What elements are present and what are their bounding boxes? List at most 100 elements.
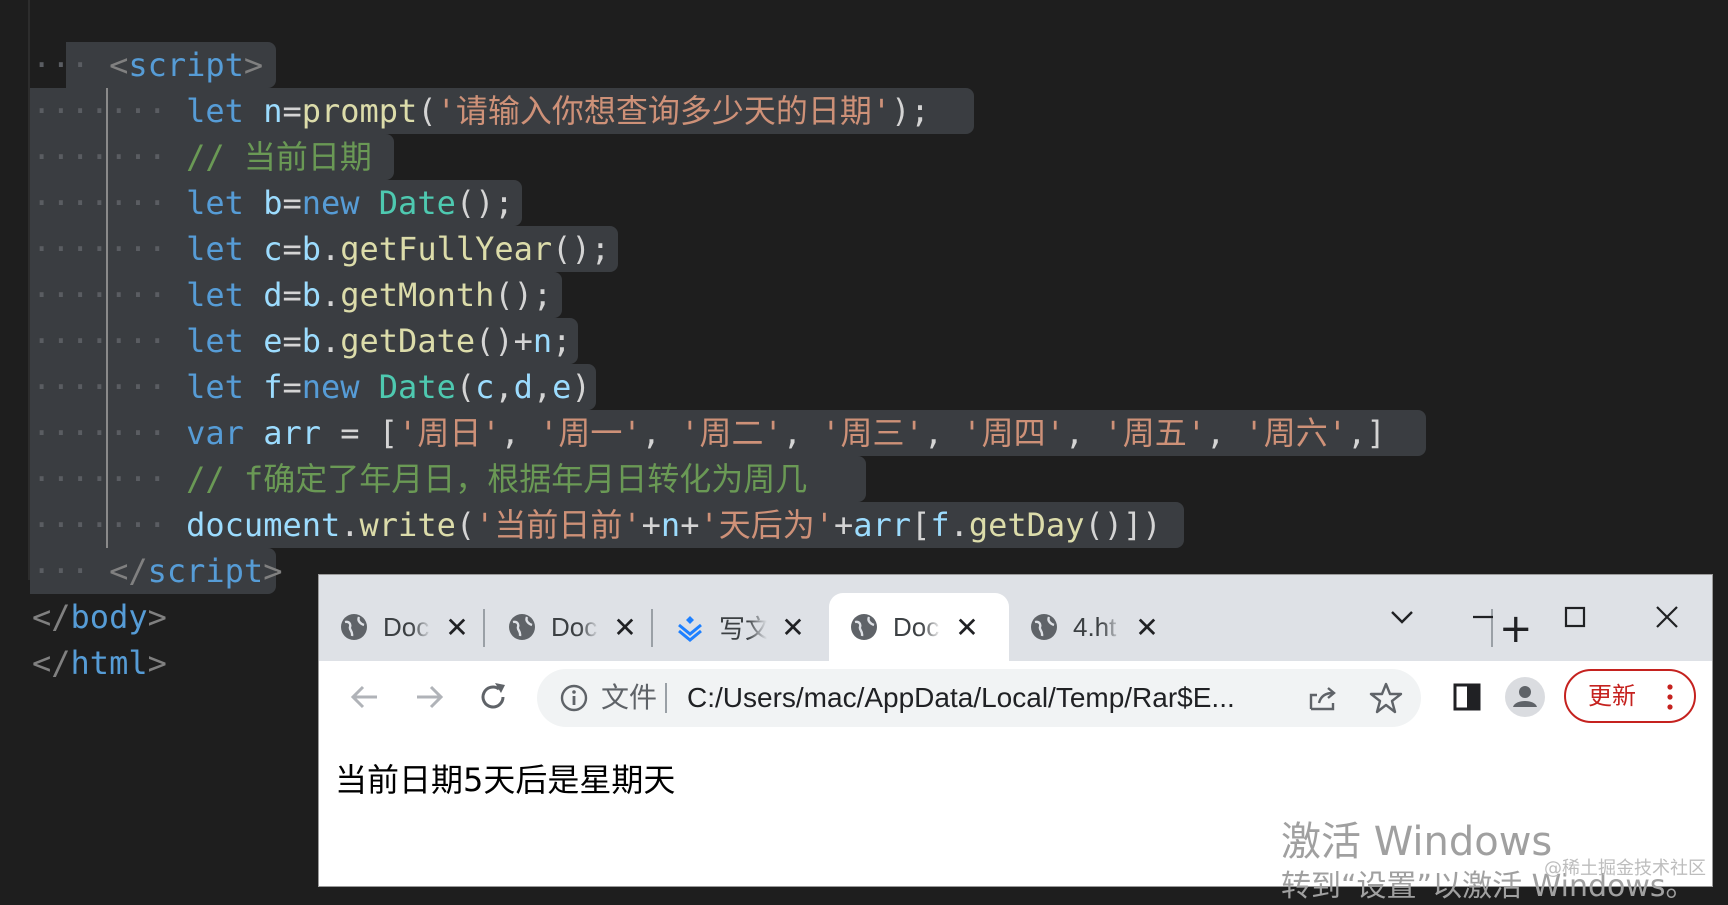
code-line[interactable]: ······· document.write('当前日前'+n+'天后为'+ar…	[0, 502, 1728, 548]
code-token: </	[32, 598, 71, 636]
code-token: let	[186, 322, 264, 360]
tab-search-chevron-icon[interactable]	[1382, 597, 1422, 637]
browser-toolbar: 文件 C:/Users/mac/AppData/Local/Temp/Rar$E…	[319, 661, 1712, 734]
code-token: .	[949, 506, 969, 544]
code-token: write	[359, 506, 456, 544]
code-text: ··· <script>	[32, 42, 263, 88]
page-output-text: 当前日期5天后是星期天	[335, 761, 676, 799]
code-token: Date	[378, 368, 456, 406]
profile-avatar-icon[interactable]	[1503, 675, 1547, 719]
whitespace-dots: ···	[32, 46, 110, 84]
code-line[interactable]: ··· <script>	[0, 42, 1728, 88]
code-token: .	[320, 230, 341, 268]
code-token: ,	[641, 414, 681, 452]
code-line[interactable]: ······· let d=b.getMonth();	[0, 272, 1728, 318]
tab-separator	[651, 609, 653, 647]
forward-arrow-icon[interactable]	[407, 675, 451, 719]
code-token: n	[263, 92, 283, 130]
browser-tab[interactable]: Doc ✕	[829, 593, 1009, 661]
more-menu-icon[interactable]	[1662, 681, 1678, 713]
code-token: >	[243, 46, 264, 84]
code-token: +	[834, 506, 854, 544]
code-token: =	[282, 368, 302, 406]
code-token: .	[320, 322, 341, 360]
code-token: f	[263, 368, 283, 406]
browser-tab[interactable]: 写文 ✕	[655, 593, 831, 661]
page-content: 当前日期5天后是星期天 激活 Windows 转到“设置”以激活 Windows…	[319, 733, 1712, 904]
tab-close-icon[interactable]: ✕	[953, 611, 981, 644]
reload-icon[interactable]	[471, 675, 515, 719]
code-token: html	[70, 644, 148, 682]
code-token: var	[186, 414, 264, 452]
back-arrow-icon[interactable]	[343, 675, 387, 719]
code-token: c	[263, 230, 283, 268]
browser-tab[interactable]: Doc ✕	[319, 593, 479, 661]
code-token: </	[32, 644, 71, 682]
code-token: =	[282, 276, 302, 314]
code-token: b	[301, 322, 321, 360]
address-bar[interactable]: 文件 C:/Users/mac/AppData/Local/Temp/Rar$E…	[537, 669, 1421, 727]
whitespace-dots: ·······	[32, 92, 187, 130]
globe-icon	[341, 614, 367, 640]
whitespace-dots: ·······	[32, 322, 187, 360]
code-token: script	[128, 46, 244, 84]
code-token: >	[147, 644, 167, 682]
code-text: ··· </script>	[32, 548, 282, 594]
code-line[interactable]: ······· let c=b.getFullYear();	[0, 226, 1728, 272]
code-token: let	[186, 184, 264, 222]
code-token: '周日'	[398, 414, 501, 452]
code-token: script	[147, 552, 264, 590]
code-token: ()+	[475, 322, 533, 360]
url-text[interactable]: C:/Users/mac/AppData/Local/Temp/Rar$E...	[687, 669, 1277, 727]
site-credit: @稀土掘金技术社区	[1544, 858, 1706, 879]
tab-title: 4.ht	[1073, 611, 1117, 642]
code-text: ······· var arr = ['周日', '周一', '周二', '周三…	[32, 410, 1386, 456]
tab-close-icon[interactable]: ✕	[443, 611, 471, 644]
code-token: +	[680, 506, 700, 544]
code-text: </html>	[32, 640, 167, 686]
code-token: +	[641, 506, 661, 544]
code-line[interactable]: ······· // f确定了年月日，根据年月日转化为周几	[0, 456, 1728, 502]
whitespace-dots: ·······	[32, 368, 187, 406]
minimize-icon[interactable]	[1463, 597, 1503, 637]
omnibox-divider	[665, 683, 667, 713]
side-panel-icon[interactable]	[1445, 675, 1489, 719]
update-button[interactable]: 更新	[1564, 669, 1696, 723]
code-token: ,	[500, 414, 540, 452]
tab-close-icon[interactable]: ✕	[611, 611, 639, 644]
code-token: c	[475, 368, 495, 406]
browser-tab[interactable]: 4.ht ✕	[1009, 593, 1169, 661]
whitespace-dots: ·······	[32, 506, 187, 544]
code-text: ······· let c=b.getFullYear();	[32, 226, 610, 272]
share-icon[interactable]	[1305, 681, 1341, 717]
info-icon[interactable]	[557, 681, 591, 715]
maximize-icon[interactable]	[1555, 597, 1595, 637]
star-bookmark-icon[interactable]	[1367, 679, 1405, 717]
code-token: .	[320, 276, 341, 314]
code-line[interactable]: ······· let b=new Date();	[0, 180, 1728, 226]
file-scheme-label: 文件	[601, 682, 658, 713]
code-token: >	[147, 598, 167, 636]
new-tab-button[interactable]: +	[1499, 609, 1539, 649]
code-text: ······· // f确定了年月日，根据年月日转化为周几	[32, 456, 807, 502]
code-token: '周四'	[962, 414, 1065, 452]
code-token: let	[186, 92, 264, 130]
code-line[interactable]: ······· let f=new Date(c,d,e)	[0, 364, 1728, 410]
code-line[interactable]: ······· let e=b.getDate()+n;	[0, 318, 1728, 364]
close-window-icon[interactable]	[1647, 597, 1687, 637]
code-token: ();	[494, 276, 553, 314]
code-token: );	[891, 92, 930, 130]
browser-tab[interactable]: Doc ✕	[487, 593, 647, 661]
tab-close-icon[interactable]: ✕	[1133, 611, 1161, 644]
code-line[interactable]: ······· let n=prompt('请输入你想查询多少天的日期');	[0, 88, 1728, 134]
browser-window: Doc ✕ Doc ✕ 写文 ✕ Doc ✕ 4.ht ✕ + 文件 C:/Us…	[319, 575, 1712, 904]
code-token: body	[70, 598, 148, 636]
code-text: ······· let d=b.getMonth();	[32, 272, 552, 318]
code-token: ,	[1064, 414, 1104, 452]
code-line[interactable]: ······· // 当前日期	[0, 134, 1728, 180]
code-token: (	[455, 368, 476, 406]
whitespace-dots: ·······	[32, 138, 187, 176]
tab-close-icon[interactable]: ✕	[779, 611, 807, 644]
code-line[interactable]: ······· var arr = ['周日', '周一', '周二', '周三…	[0, 410, 1728, 456]
tab-title: 写文	[719, 613, 767, 644]
